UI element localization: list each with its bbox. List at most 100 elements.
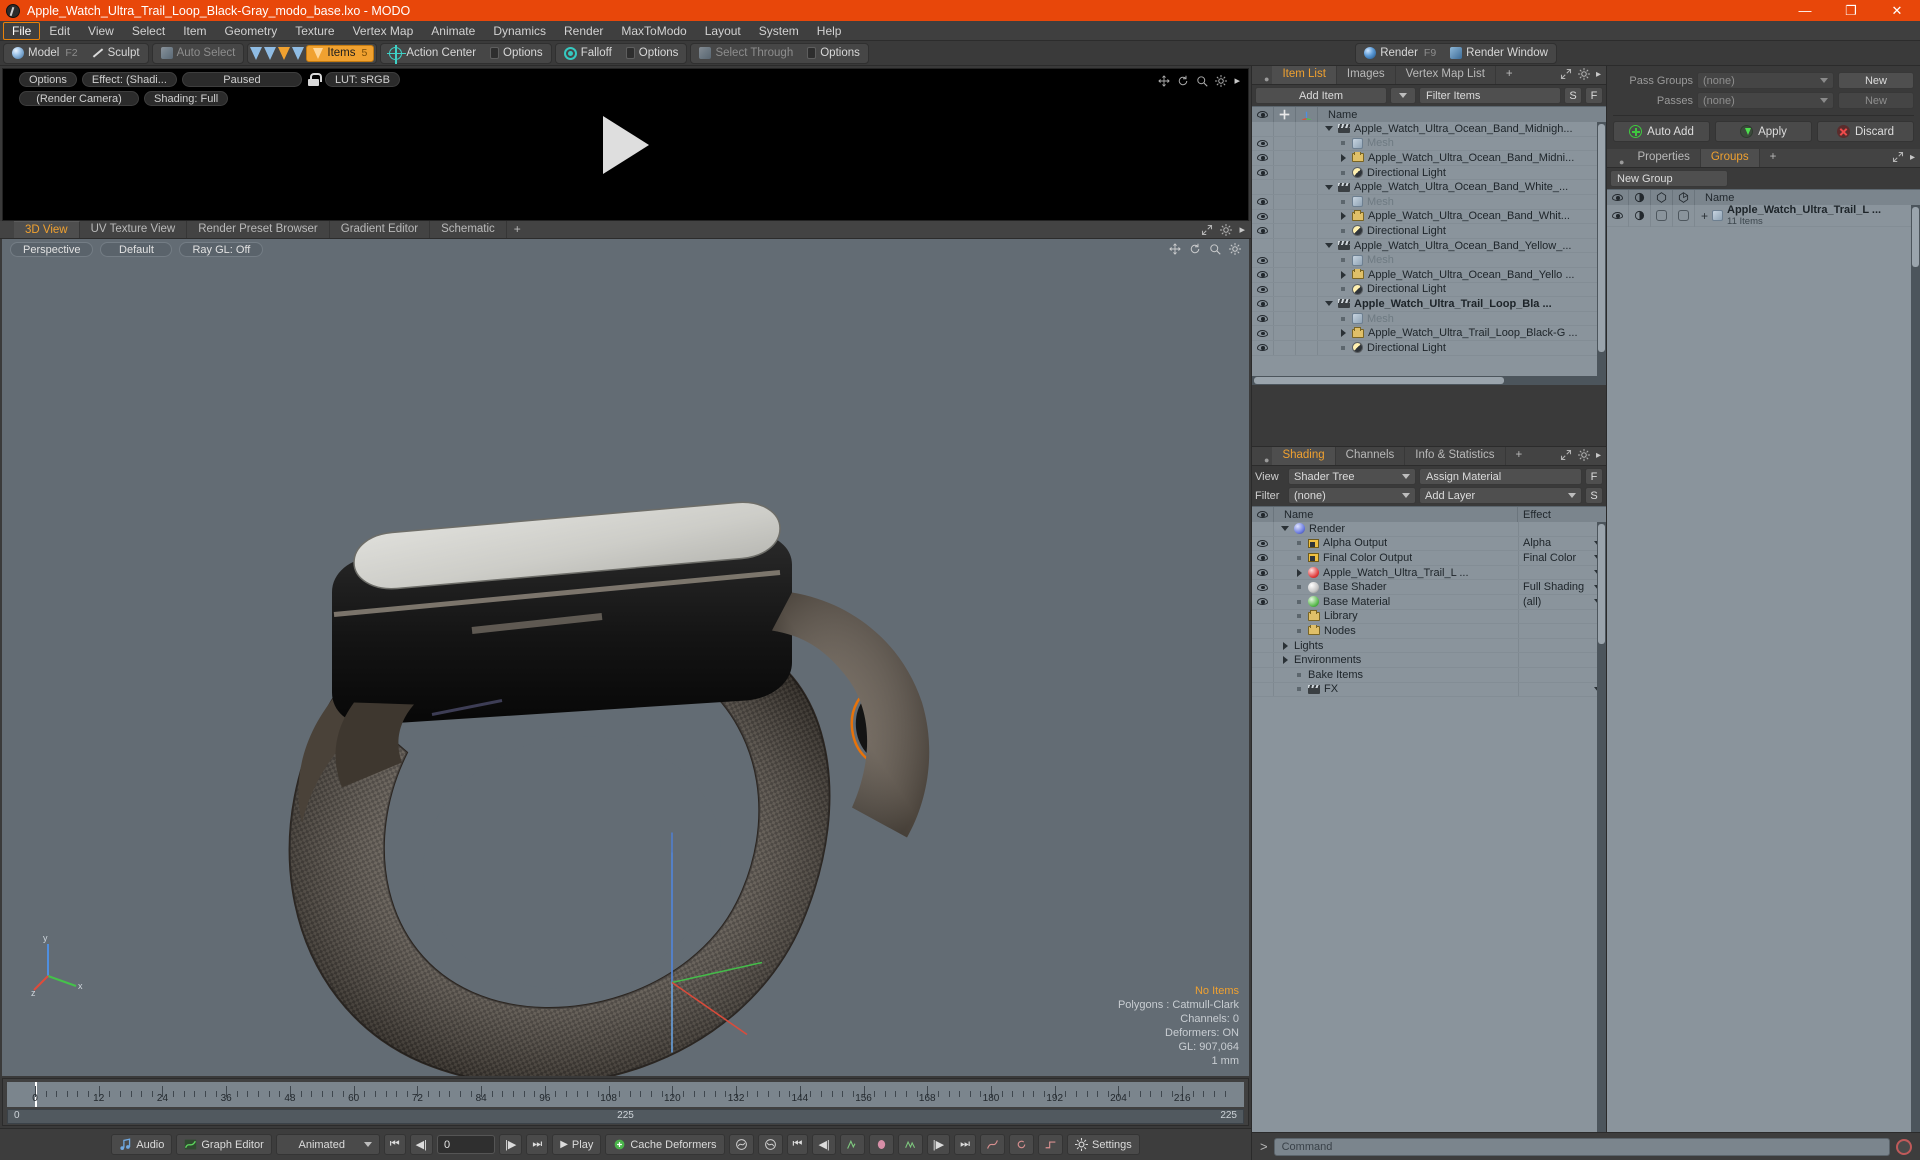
maximize-panel-icon[interactable] [1560, 68, 1572, 80]
row-visibility-toggle[interactable] [1252, 522, 1274, 536]
row-visibility-toggle[interactable] [1607, 205, 1629, 227]
row-visibility-toggle[interactable] [1252, 209, 1274, 224]
discard-button[interactable]: Discard [1817, 121, 1914, 142]
table-row[interactable]: Directional Light [1252, 224, 1606, 239]
row-lock-cell[interactable] [1274, 151, 1296, 165]
viewport-3d[interactable]: Perspective Default Ray GL: Off y x z No… [2, 239, 1249, 1076]
add-item-dropdown[interactable] [1390, 87, 1416, 104]
collapse-arrow-icon[interactable]: ▸ [1239, 223, 1245, 236]
maximize-button[interactable]: ❐ [1828, 0, 1874, 21]
table-row[interactable]: Apple_Watch_Ultra_Trail_Loop_Black-G ... [1252, 326, 1606, 341]
row-visibility-toggle[interactable] [1252, 151, 1274, 165]
menu-item-maxtomodo[interactable]: MaxToModo [612, 22, 695, 40]
render-preview-options-button[interactable]: Options [19, 72, 77, 87]
expand-toggle[interactable] [1324, 301, 1334, 307]
items-mode-button[interactable]: Items 5 [306, 44, 375, 62]
menu-item-select[interactable]: Select [123, 22, 174, 40]
column-visibility[interactable] [1607, 189, 1629, 206]
next-key-button[interactable]: |▶ [926, 1134, 951, 1155]
play-button[interactable]: ▶ Play [552, 1134, 602, 1155]
table-row[interactable]: Nodes [1252, 624, 1606, 639]
action-center-options-button[interactable]: Options [484, 45, 549, 62]
shading-tree[interactable]: Render Alpha Output Alpha Final Color Outpu… [1252, 522, 1606, 1132]
render-preview-paused-button[interactable]: Paused [181, 72, 302, 87]
collapse-arrow-icon[interactable]: ▸ [1596, 69, 1601, 80]
maximize-panel-icon[interactable] [1892, 151, 1904, 163]
tab-channels[interactable]: Channels [1336, 447, 1406, 465]
row-effect-cell[interactable]: Alpha [1518, 536, 1606, 551]
row-transform-cell[interactable] [1296, 209, 1318, 224]
table-row[interactable]: Mesh [1252, 253, 1606, 268]
expand-toggle[interactable] [1294, 568, 1304, 577]
table-row[interactable]: Apple_Watch_Ultra_Ocean_Band_Yello ... [1252, 267, 1606, 283]
row-visibility-toggle[interactable] [1252, 340, 1274, 355]
row-lock-cell[interactable] [1274, 194, 1296, 209]
timeline-panel[interactable]: 0 12 24 36 48 60 72 84 96 108 120 132 144 156 168 180 19… [2, 1078, 1249, 1126]
row-visibility-toggle[interactable] [1252, 122, 1274, 136]
row-lock-cell[interactable] [1274, 224, 1296, 238]
expand-toggle[interactable] [1324, 126, 1334, 132]
row-transform-cell[interactable] [1296, 165, 1318, 180]
falloff-button[interactable]: Falloff [558, 45, 618, 62]
table-row[interactable]: Apple_Watch_Ultra_Trail_L ... [1252, 565, 1606, 581]
gear-icon[interactable] [1229, 243, 1241, 255]
audio-button[interactable]: Audio [111, 1134, 173, 1155]
auto-add-button[interactable]: Auto Add [1613, 121, 1710, 142]
action-center-button[interactable]: Action Center [383, 44, 482, 64]
gear-icon[interactable] [1220, 223, 1233, 236]
passes-dropdown[interactable]: (none) [1697, 92, 1834, 109]
edges-mode-icon[interactable] [264, 46, 277, 60]
row-lock-cell[interactable] [1274, 326, 1296, 340]
item-list-f-button[interactable]: F [1585, 87, 1603, 104]
tab-gradient-editor[interactable]: Gradient Editor [330, 221, 431, 238]
row-visibility-toggle[interactable] [1252, 165, 1274, 180]
select-through-button[interactable]: Select Through [693, 45, 799, 62]
add-viewport-tab-button[interactable]: + [507, 220, 528, 238]
expand-toggle[interactable] [1338, 270, 1348, 279]
groups-vscrollbar[interactable] [1911, 205, 1920, 1132]
table-row[interactable]: Alpha Output Alpha [1252, 536, 1606, 552]
curve-tool-b-button[interactable] [1009, 1134, 1034, 1155]
menu-item-render[interactable]: Render [555, 22, 612, 40]
collapse-arrow-icon[interactable]: ▸ [1910, 152, 1915, 163]
pass-groups-dropdown[interactable]: (none) [1697, 72, 1834, 89]
filter-items-input[interactable]: Filter Items [1419, 87, 1561, 104]
animated-dropdown[interactable]: Animated [275, 1134, 380, 1155]
shading-vscrollbar[interactable] [1597, 522, 1606, 1132]
row-visibility-toggle[interactable] [1252, 594, 1274, 609]
table-row[interactable]: Base Shader Full Shading [1252, 580, 1606, 595]
collapse-arrow-icon[interactable]: ▸ [1596, 450, 1601, 461]
passes-new-button[interactable]: New [1838, 92, 1914, 109]
row-lock-cell[interactable] [1274, 311, 1296, 326]
render-window-button[interactable]: Render Window [1444, 45, 1554, 62]
column-render-a[interactable] [1651, 189, 1673, 206]
row-visibility-toggle[interactable] [1252, 224, 1274, 238]
falloff-options-button[interactable]: Options [620, 45, 685, 62]
row-visibility-toggle[interactable] [1252, 267, 1274, 282]
maximize-viewport-icon[interactable] [1201, 224, 1213, 236]
lock-icon[interactable] [307, 73, 322, 86]
row-transform-cell[interactable] [1296, 122, 1318, 136]
go-to-end-button[interactable]: ⏭ [526, 1134, 549, 1155]
render-camera-button[interactable]: (Render Camera) [19, 91, 139, 106]
table-row[interactable]: Apple_Watch_Ultra_Ocean_Band_Yellow_... [1252, 238, 1606, 254]
table-row[interactable]: Apple_Watch_Ultra_Ocean_Band_Whit... [1252, 209, 1606, 225]
render-preview-lut-button[interactable]: LUT: sRGB [324, 72, 400, 87]
menu-item-dynamics[interactable]: Dynamics [484, 22, 555, 40]
add-item-list-tab-button[interactable]: + [1496, 66, 1523, 84]
pan-icon[interactable] [1158, 74, 1170, 87]
expand-toggle[interactable] [1338, 212, 1348, 221]
row-visibility-toggle[interactable] [1252, 653, 1274, 667]
shader-tree-dropdown[interactable]: Shader Tree [1288, 468, 1416, 485]
row-lock-cell[interactable] [1274, 165, 1296, 180]
row-lock-cell[interactable] [1274, 238, 1296, 253]
row-visibility-toggle[interactable] [1252, 536, 1274, 551]
table-row[interactable]: Directional Light [1252, 282, 1606, 298]
menu-item-animate[interactable]: Animate [422, 22, 484, 40]
item-list-vscrollbar[interactable] [1597, 122, 1606, 376]
viewport-projection-button[interactable]: Perspective [10, 242, 94, 257]
materials-mode-icon[interactable] [292, 46, 305, 60]
table-row[interactable]: Mesh [1252, 136, 1606, 152]
row-visibility-toggle[interactable] [1252, 311, 1274, 326]
rotate-icon[interactable] [1189, 243, 1201, 255]
